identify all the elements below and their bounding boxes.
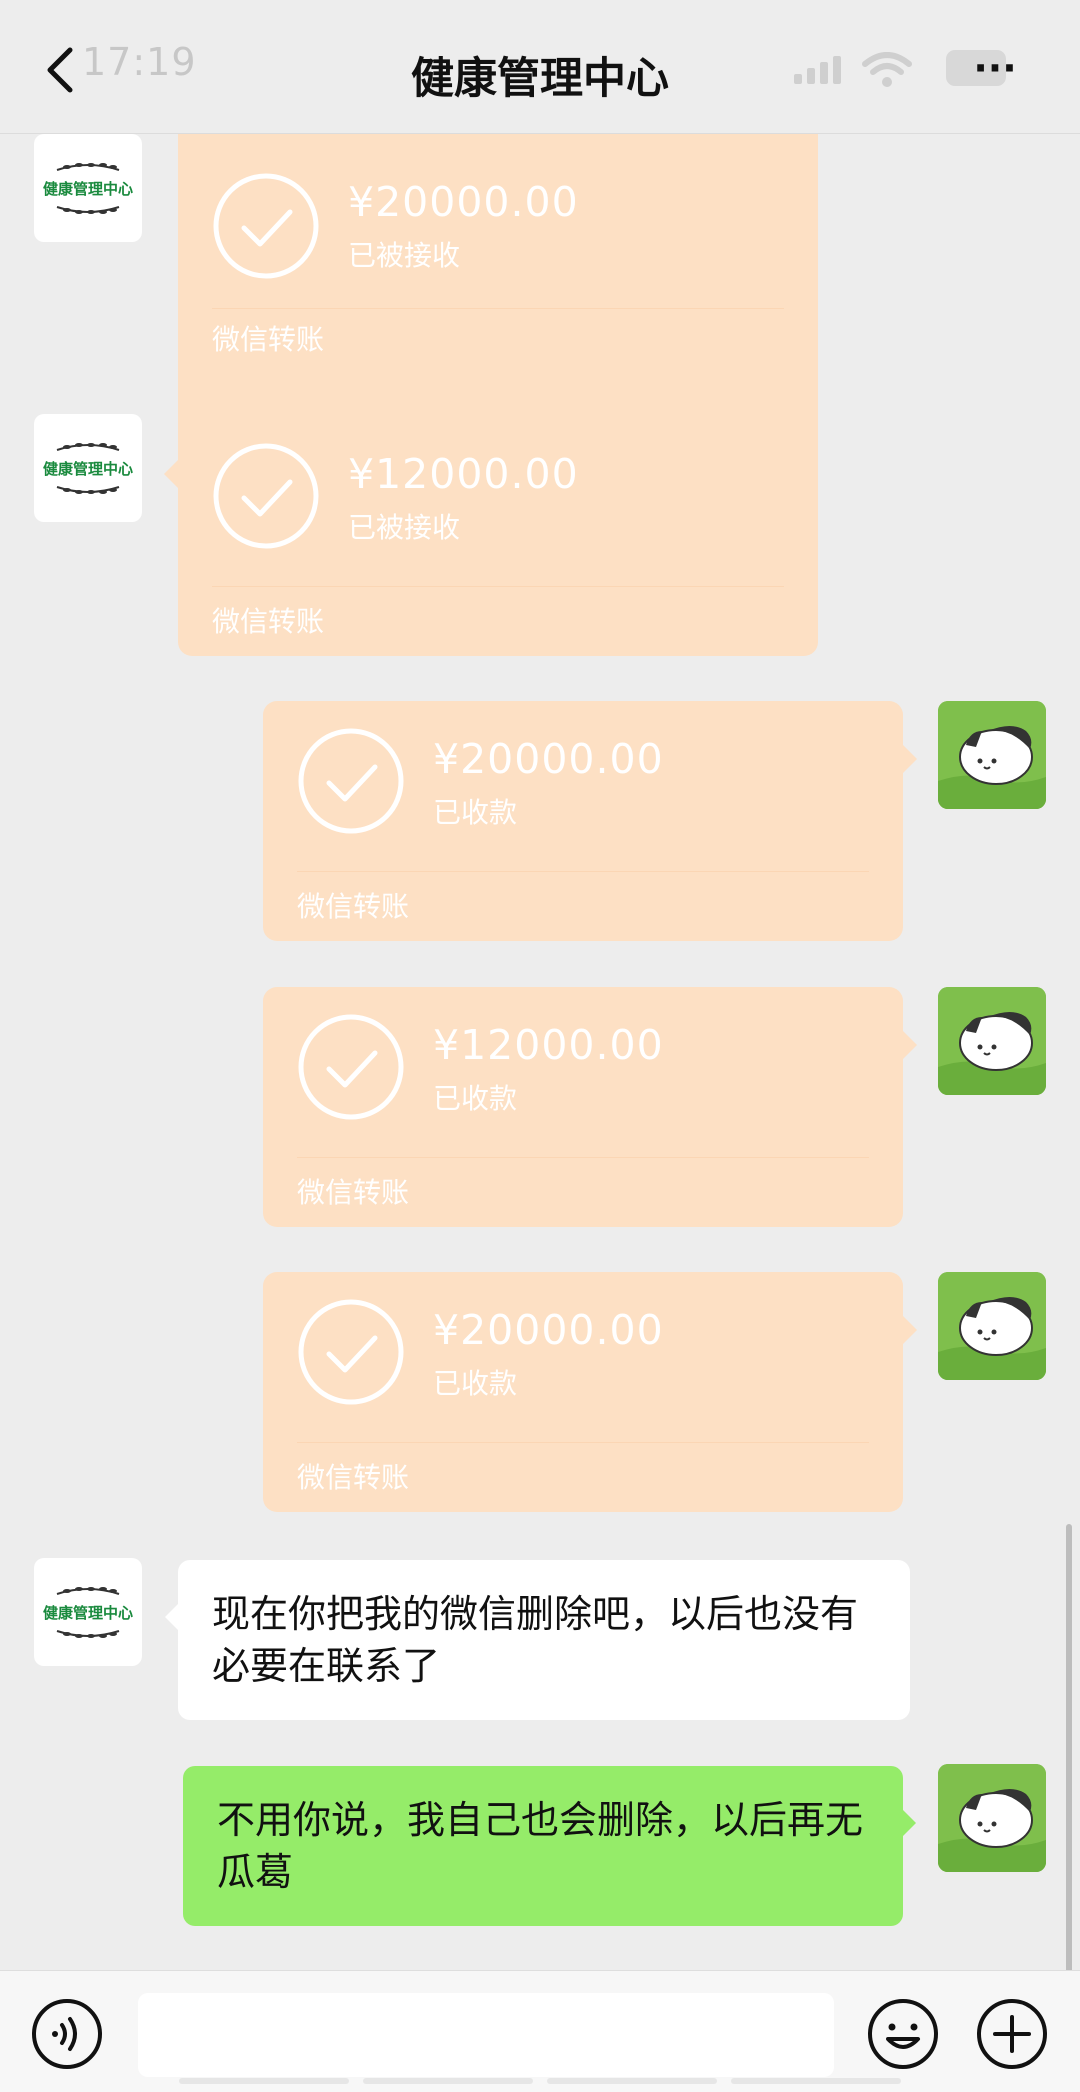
transfer-card[interactable]: ¥12000.00 已被接收 微信转账	[164, 416, 818, 656]
transfer-status: 已被接收	[348, 511, 461, 544]
laurel-icon	[56, 442, 120, 451]
check-circle-icon	[298, 1299, 404, 1405]
scrollbar[interactable]	[1066, 1524, 1072, 1970]
input-bar	[0, 1970, 1080, 2092]
transfer-status: 已收款	[433, 796, 518, 829]
chat-header: 17:19 健康管理中心 ···	[0, 0, 1080, 134]
contact-avatar[interactable]: 健康管理中心	[34, 414, 142, 522]
transfer-divider	[297, 1157, 869, 1158]
contact-avatar[interactable]: 健康管理中心	[34, 134, 142, 242]
contact-avatar[interactable]: 健康管理中心	[34, 1558, 142, 1666]
transfer-status: 已被接收	[348, 239, 461, 272]
voice-icon[interactable]	[30, 1997, 104, 2071]
panda-avatar-icon	[938, 1764, 1046, 1872]
my-avatar[interactable]	[938, 987, 1046, 1095]
transfer-status: 已收款	[433, 1082, 518, 1115]
transfer-card[interactable]: ¥12000.00 已收款 微信转账	[263, 987, 917, 1227]
transfer-label: 微信转账	[212, 323, 325, 356]
transfer-amount: ¥20000.00	[433, 735, 664, 783]
message-bubble[interactable]: 不用你说，我自己也会删除，以后再无瓜葛	[183, 1766, 916, 1926]
transfer-amount: ¥20000.00	[433, 1306, 664, 1354]
avatar-org-name: 健康管理中心	[42, 459, 133, 478]
transfer-label: 微信转账	[297, 1461, 410, 1494]
transfer-label: 微信转账	[212, 605, 325, 638]
more-button[interactable]: ···	[950, 48, 1040, 88]
plus-icon[interactable]	[975, 1997, 1049, 2071]
panda-avatar-icon	[938, 987, 1046, 1095]
check-circle-icon	[298, 728, 404, 834]
laurel-icon	[56, 162, 120, 171]
transfer-divider	[212, 308, 784, 309]
home-indicator	[0, 2078, 1080, 2084]
message-bubble[interactable]: 现在你把我的微信删除吧，以后也没有必要在联系了	[165, 1560, 910, 1720]
transfer-divider	[297, 1442, 869, 1443]
check-circle-icon	[213, 173, 319, 279]
transfer-card[interactable]: ¥20000.00 已收款 微信转账	[263, 1272, 917, 1512]
transfer-amount: ¥12000.00	[433, 1021, 664, 1069]
laurel-icon	[56, 485, 120, 494]
status-icons: ···	[780, 48, 1040, 90]
laurel-icon	[56, 205, 120, 214]
avatar-org-name: 健康管理中心	[42, 1603, 133, 1622]
transfer-amount: ¥20000.00	[348, 178, 579, 226]
emoji-icon[interactable]	[866, 1997, 940, 2071]
signal-icon	[794, 56, 841, 84]
check-circle-icon	[213, 443, 319, 549]
panda-avatar-icon	[938, 1272, 1046, 1380]
check-circle-icon	[298, 1014, 404, 1120]
my-avatar[interactable]	[938, 701, 1046, 809]
my-avatar[interactable]	[938, 1764, 1046, 1872]
panda-avatar-icon	[938, 701, 1046, 809]
transfer-divider	[212, 586, 784, 587]
laurel-icon	[56, 1629, 120, 1638]
avatar-org-name: 健康管理中心	[42, 179, 133, 198]
transfer-label: 微信转账	[297, 890, 410, 923]
transfer-amount: ¥12000.00	[348, 450, 579, 498]
my-avatar[interactable]	[938, 1272, 1046, 1380]
message-list[interactable]: 健康管理中心 ¥20000.00 已被接收 微信转账 健康管理中心 ¥12000…	[0, 134, 1080, 1970]
wifi-icon	[862, 52, 912, 87]
transfer-divider	[297, 871, 869, 872]
message-input[interactable]	[138, 1993, 834, 2077]
transfer-status: 已收款	[433, 1367, 518, 1400]
transfer-card[interactable]: ¥20000.00 已收款 微信转账	[263, 701, 917, 941]
transfer-label: 微信转账	[297, 1176, 410, 1209]
laurel-icon	[56, 1586, 120, 1595]
